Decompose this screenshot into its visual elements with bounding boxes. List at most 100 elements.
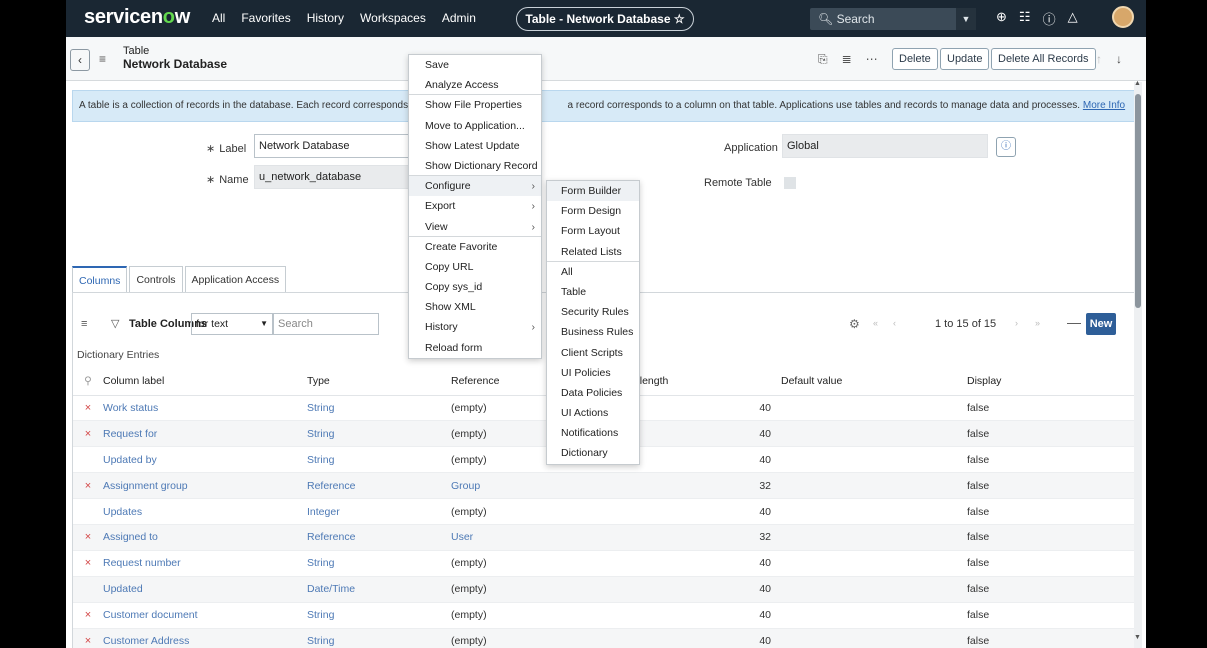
submenu-item-data-policies[interactable]: Data Policies [547,383,639,403]
menu-item-show-latest-update[interactable]: Show Latest Update [409,136,541,156]
servicenow-logo[interactable]: servicenow [84,6,190,29]
col-type[interactable]: Type [307,367,451,396]
menu-item-export[interactable]: Export › [409,196,541,216]
context-pill[interactable]: Table - Network Database ☆ [516,7,694,31]
col-max-length[interactable]: Max length [617,367,781,396]
remote-table-checkbox[interactable] [784,177,796,189]
chat-icon[interactable]: ☷ [1019,9,1031,28]
hamburger-icon[interactable]: ≡ [99,52,106,66]
help-icon[interactable]: ⓘ [1043,9,1056,28]
submenu-item-dictionary[interactable]: Dictionary [547,443,639,463]
submenu-item-ui-actions[interactable]: UI Actions [547,403,639,423]
menu-item-move-to-application[interactable]: Move to Application... [409,116,541,136]
nav-favorites[interactable]: Favorites [241,11,290,25]
submenu-item-business-rules[interactable]: Business Rules [547,322,639,342]
column-label-link[interactable]: Updated [103,576,307,603]
delete-all-records-button[interactable]: Delete All Records [991,48,1096,70]
back-button[interactable]: ‹ [70,49,90,71]
submenu-item-form-builder[interactable]: Form Builder [547,181,639,202]
submenu-item-security-rules[interactable]: Security Rules [547,302,639,322]
col-display[interactable]: Display [967,367,1135,396]
col-default-value[interactable]: Default value [781,367,967,396]
column-label-link[interactable]: Updates [103,498,307,525]
menu-item-history[interactable]: History › [409,317,541,337]
new-button[interactable]: New [1086,313,1116,335]
submenu-item-client-scripts[interactable]: Client Scripts [547,343,639,363]
table-row[interactable]: × Assigned to Reference User 32 false [73,524,1135,551]
label-input[interactable]: Network Database [254,134,414,158]
column-label-link[interactable]: Work status [103,395,307,422]
col-column-label[interactable]: Column label [103,367,307,396]
column-label-link[interactable]: Customer document [103,602,307,629]
attachment-icon[interactable]: ⎘ [818,52,828,67]
gear-icon[interactable]: ⚙ [849,317,860,331]
delete-row-icon[interactable]: × [73,602,103,629]
delete-row-icon[interactable]: × [73,550,103,577]
bell-icon[interactable]: △ [1068,9,1078,28]
menu-item-analyze-access[interactable]: Analyze Access [409,75,541,96]
list-search-input[interactable]: Search [273,313,379,335]
scroll-up-icon[interactable]: ▲ [1134,80,1141,87]
arrow-up-icon[interactable]: ↑ [1096,52,1102,66]
chevron-down-icon[interactable]: ▼ [956,8,976,30]
column-label-link[interactable]: Customer Address [103,628,307,648]
update-button[interactable]: Update [940,48,990,70]
prev-page-icon[interactable]: ‹ [893,318,896,328]
table-row[interactable]: Updates Integer (empty) 40 false [73,498,1135,525]
menu-item-configure[interactable]: Configure › [409,176,541,197]
submenu-item-form-design[interactable]: Form Design [547,201,639,221]
next-page-icon[interactable]: › [1015,318,1018,328]
submenu-item-all[interactable]: All [547,262,639,282]
tab-application-access[interactable]: Application Access [184,266,287,293]
first-page-icon[interactable]: « [873,318,878,328]
search-field-select[interactable]: for text ▼ [191,313,273,335]
filter-icon[interactable]: ▽ [111,317,119,330]
delete-row-icon[interactable]: × [73,420,103,448]
nav-admin[interactable]: Admin [442,11,476,25]
table-row[interactable]: × Request number String (empty) 40 false [73,550,1135,577]
nav-history[interactable]: History [307,11,344,25]
list-menu-icon[interactable]: ≡ [81,318,87,330]
more-info-link[interactable]: More Info [1083,100,1125,111]
name-input[interactable]: u_network_database [254,165,414,189]
reference-cell[interactable]: User [451,524,617,551]
submenu-item-table[interactable]: Table [547,282,639,302]
column-label-link[interactable]: Assigned to [103,524,307,551]
menu-item-copy-sys-id[interactable]: Copy sys_id [409,277,541,297]
menu-item-reload-form[interactable]: Reload form [409,338,541,358]
column-label-link[interactable]: Request number [103,550,307,577]
table-row[interactable]: × Assignment group Reference Group 32 false [73,472,1135,500]
settings-sliders-icon[interactable]: ≣ [842,52,852,67]
column-label-link[interactable]: Request for [103,420,307,448]
tab-columns[interactable]: Columns [72,266,128,293]
delete-row-icon[interactable]: × [73,472,103,500]
reference-cell[interactable]: Group [451,472,617,500]
scrollbar-thumb[interactable] [1135,94,1141,308]
tab-controls[interactable]: Controls [129,266,183,293]
global-search[interactable]: 🔍︎ Search ▼ [810,8,976,30]
last-page-icon[interactable]: » [1035,318,1040,328]
menu-item-show-file-properties[interactable]: Show File Properties [409,95,541,115]
nav-all[interactable]: All [212,11,225,25]
more-icon[interactable]: ⋯ [866,52,878,67]
delete-row-icon[interactable]: × [73,524,103,551]
submenu-item-form-layout[interactable]: Form Layout [547,221,639,241]
column-label-link[interactable]: Updated by [103,446,307,474]
nav-workspaces[interactable]: Workspaces [360,11,426,25]
column-label-link[interactable]: Assignment group [103,472,307,500]
search-icon[interactable]: ⚲ [73,367,103,396]
submenu-item-ui-policies[interactable]: UI Policies [547,363,639,383]
table-row[interactable]: Updated Date/Time (empty) 40 false [73,576,1135,603]
collapse-icon[interactable]: — [1067,314,1081,330]
table-row[interactable]: × Customer document String (empty) 40 false [73,602,1135,629]
page-scrollbar[interactable] [1134,82,1142,648]
menu-item-save[interactable]: Save [409,55,541,75]
submenu-item-notifications[interactable]: Notifications [547,423,639,443]
delete-button[interactable]: Delete [892,48,938,70]
globe-icon[interactable]: ⊕ [996,9,1007,28]
menu-item-show-xml[interactable]: Show XML [409,297,541,317]
table-row[interactable]: × Customer Address String (empty) 40 false [73,628,1135,648]
arrow-down-icon[interactable]: ↓ [1116,52,1122,66]
avatar[interactable] [1112,6,1134,28]
delete-row-icon[interactable]: × [73,395,103,422]
